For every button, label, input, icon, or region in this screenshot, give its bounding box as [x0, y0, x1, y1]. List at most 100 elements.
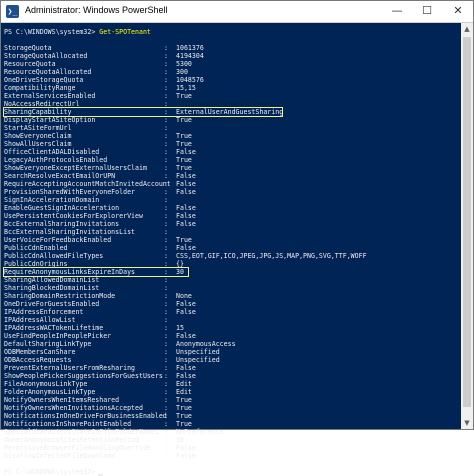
property-separator: : [164, 204, 168, 212]
property-row: StorageQuota:1061376 [4, 44, 459, 52]
property-value: True [176, 156, 192, 164]
property-separator: : [164, 220, 168, 228]
property-value: Unspecified [176, 348, 220, 356]
property-separator: : [164, 404, 168, 412]
property-row: SharingDomainRestrictionMode: None [4, 292, 459, 300]
property-value: 4194304 [176, 52, 204, 60]
prompt-line[interactable]: PS C:\WINDOWS\system32> [4, 468, 104, 476]
property-row: SharingAllowedDomainList: [4, 276, 459, 284]
property-separator: : [164, 436, 168, 444]
property-name: ProvisionSharedWithEveryoneFolder [4, 188, 136, 196]
property-row: IPAddressWACTokenLifetime:15 [4, 324, 459, 332]
scroll-down-arrow-icon[interactable]: ▼ [461, 417, 473, 429]
property-separator: : [164, 340, 168, 348]
property-separator: : [164, 332, 168, 340]
property-value: False [176, 220, 196, 228]
property-row: SpecialCharactersStateInFileFolderNames:… [4, 428, 459, 436]
maximize-button[interactable]: ☐ [412, 1, 442, 22]
property-name: ShowPeoplePickerSuggestionsForGuestUsers [4, 372, 163, 380]
close-button[interactable]: ✕ [443, 1, 473, 22]
property-separator: : [164, 140, 168, 148]
property-separator: : [164, 444, 168, 452]
property-name: BccExternalSharingInvitationsList [4, 228, 136, 236]
property-row: StorageQuotaAllocated:4194304 [4, 52, 459, 60]
property-name: NotifyOwnersWhenInvitationsAccepted [4, 404, 143, 412]
property-name: StorageQuotaAllocated [4, 52, 88, 60]
property-row: PublicCdnAllowedFileTypes: CSS,EOT,GIF,IC… [4, 252, 459, 260]
property-name: SpecialCharactersStateInFileFolderNames [4, 428, 159, 436]
property-separator: : [164, 92, 168, 100]
property-name: OwnerAnonymousSitesRetentionPeriod [4, 436, 139, 444]
scroll-up-arrow-icon[interactable]: ▲ [461, 23, 473, 35]
property-separator: : [164, 396, 168, 404]
property-value: True [176, 92, 192, 100]
property-name: ResourceQuotaAllocated [4, 68, 92, 76]
property-value: False [176, 212, 196, 220]
minimize-button[interactable]: — [382, 1, 412, 22]
console-output[interactable]: PS C:\WINDOWS\system32> Get-SPOTenant Sto… [1, 23, 461, 476]
property-separator: : [164, 300, 168, 308]
property-separator: : [164, 452, 168, 460]
property-row: ResourceQuota:5300 [4, 60, 459, 68]
property-name: ShowEveryoneClaim [4, 132, 72, 140]
property-name: StorageQuota [4, 44, 52, 52]
command-text: Get-SPOTenant [99, 28, 151, 36]
property-row: ShowEveryoneClaim: True [4, 132, 459, 140]
property-row: UsePersistentCookiesForExplorerView: Fals… [4, 212, 459, 220]
property-row: IPAddressEnforcement: False [4, 308, 459, 316]
property-name: NotificationsInOneDriveForBusinessEnable… [4, 412, 167, 420]
property-name: DefaultSharingLinkType [4, 340, 92, 348]
property-name: UserVoiceForFeedbackEnabled [4, 236, 112, 244]
property-row: ExternalServicesEnabled: True [4, 92, 459, 100]
property-separator: : [164, 284, 168, 292]
property-separator: : [164, 292, 168, 300]
property-name: PublicCdnAllowedFileTypes [4, 252, 104, 260]
property-separator: : [164, 364, 168, 372]
window-title: Administrator: Windows PowerShell [25, 5, 168, 15]
property-separator: : [164, 244, 168, 252]
property-value: False [176, 300, 196, 308]
property-value: CSS,EOT,GIF,ICO,JPEG,JPG,JS,MAP,PNG,SVG,… [176, 252, 367, 260]
property-row: IPAddressAllowList: [4, 316, 459, 324]
scrollbar-thumb[interactable] [463, 37, 471, 407]
property-separator: : [164, 132, 168, 140]
property-separator: : [164, 84, 168, 92]
property-row: LegacyAuthProtocolsEnabled: True [4, 156, 459, 164]
property-value: 15,15 [176, 84, 196, 92]
property-separator: : [164, 148, 168, 156]
property-name: PreventExternalUsersFromResharing [4, 364, 136, 372]
property-value: False [176, 204, 196, 212]
property-value: True [176, 412, 192, 420]
property-separator: : [164, 196, 168, 204]
prompt-text: PS C:\WINDOWS\system32> [4, 468, 96, 476]
property-name: ODBAccessRequests [4, 356, 72, 364]
property-name: NotifyOwnersWhenItemsReshared [4, 396, 120, 404]
property-separator: : [164, 180, 168, 188]
property-separator: : [164, 372, 168, 380]
property-value: 300 [176, 68, 188, 76]
property-row: CompatibilityRange:15,15 [4, 84, 459, 92]
property-separator: : [164, 252, 168, 260]
vertical-scrollbar[interactable]: ▲ ▼ [461, 23, 473, 429]
property-row: PreventExternalUsersFromResharing: False [4, 364, 459, 372]
property-separator: : [164, 188, 168, 196]
property-separator: : [164, 276, 168, 284]
title-bar[interactable]: ❯_ Administrator: Windows PowerShell — ☐… [1, 1, 473, 23]
property-value: 15 [176, 324, 184, 332]
property-name: ShowEveryoneExceptExternalUsersClaim [4, 164, 147, 172]
property-value: Edit [176, 388, 192, 396]
property-value: False [176, 332, 196, 340]
property-value: True [176, 140, 192, 148]
property-separator: : [164, 124, 168, 132]
property-row: SearchResolveExactEmailOrUPN: False [4, 172, 459, 180]
property-row: UseFindPeopleInPeoplePicker: False [4, 332, 459, 340]
property-separator: : [164, 76, 168, 84]
property-separator: : [164, 116, 168, 124]
property-value: False [176, 188, 196, 196]
property-name: DisplayStartASiteOption [4, 116, 96, 124]
prompt-text: PS C:\WINDOWS\system32> [4, 28, 96, 36]
property-value: False [176, 172, 196, 180]
property-name: LegacyAuthProtocolsEnabled [4, 156, 108, 164]
property-name: ResourceQuota [4, 60, 56, 68]
property-row: NotifyOwnersWhenInvitationsAccepted: True [4, 404, 459, 412]
